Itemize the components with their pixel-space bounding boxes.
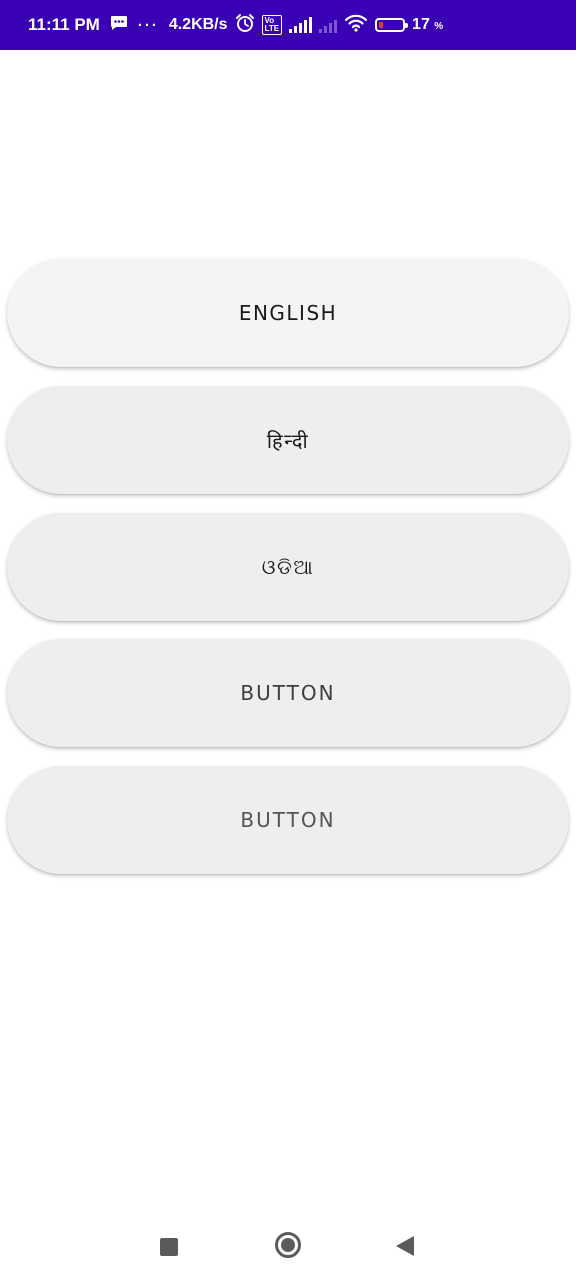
volte-icon: Vo LTE xyxy=(261,15,283,35)
hindi-button[interactable]: हिन्दी xyxy=(7,386,569,494)
wifi-icon xyxy=(344,14,368,37)
button-5[interactable]: BUTTON xyxy=(7,766,569,874)
sms-notification-icon xyxy=(110,15,128,36)
signal-strength-icon xyxy=(289,17,313,33)
alarm-icon xyxy=(235,13,255,38)
battery-icon xyxy=(375,18,409,32)
square-recents-icon[interactable] xyxy=(160,1238,178,1256)
battery-level-fill xyxy=(379,22,384,28)
navigation-bar xyxy=(0,1210,576,1280)
status-time: 11:11 PM xyxy=(28,15,100,34)
battery-percent: 17 % xyxy=(412,16,444,33)
network-speed: 4.2KB/s xyxy=(168,16,228,33)
signal-strength-sim2-icon xyxy=(319,17,338,33)
button-4[interactable]: BUTTON xyxy=(7,639,569,747)
status-bar: 11:11 PM ··· 4.2KB/s Vo LTE 17 % xyxy=(0,0,576,50)
circle-home-icon[interactable] xyxy=(275,1232,301,1258)
english-button[interactable]: ENGLISH xyxy=(7,259,569,367)
odia-button[interactable]: ଓଡିଆ xyxy=(7,513,569,621)
triangle-back-icon[interactable] xyxy=(396,1236,414,1256)
more-notifications-icon: ··· xyxy=(137,16,159,34)
